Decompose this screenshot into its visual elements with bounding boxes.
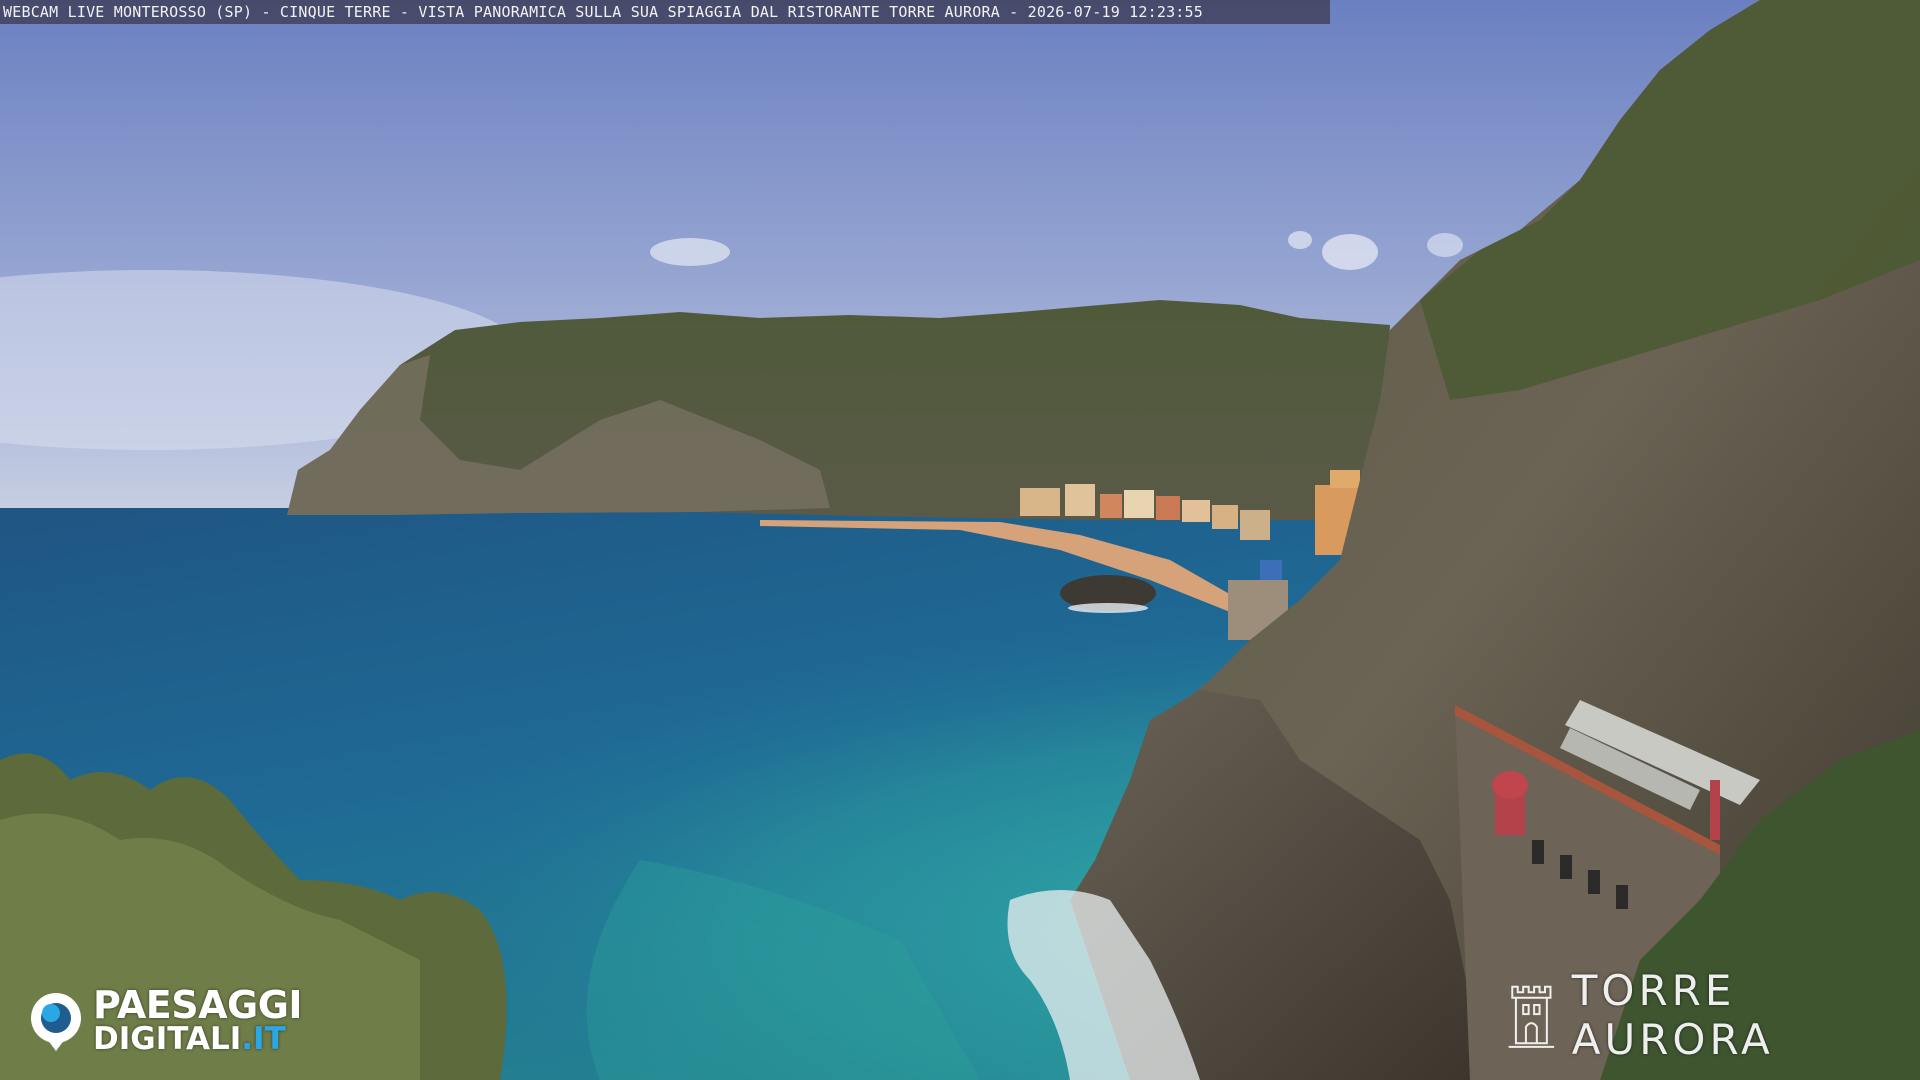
torre-aurora-name: TORRE AURORA bbox=[1571, 966, 1774, 1064]
cloud bbox=[650, 238, 730, 266]
logo-line2: DIGITALI bbox=[93, 1021, 242, 1057]
torre-aurora-logo: TORRE AURORA bbox=[1505, 966, 1920, 1064]
logo-line2-suffix: .IT bbox=[241, 1021, 286, 1057]
tower-icon bbox=[1508, 985, 1555, 1048]
logo-line2-row: DIGITALI .IT bbox=[93, 1023, 302, 1055]
logo-text: PAESAGGI DIGITALI .IT bbox=[93, 983, 303, 1055]
logo-line1: PAESAGGI bbox=[93, 983, 303, 1027]
webcam-caption-bar: WEBCAM LIVE MONTEROSSO (SP) - CINQUE TER… bbox=[0, 0, 1330, 24]
paesaggi-digitali-logo[interactable]: PAESAGGI DIGITALI .IT bbox=[27, 983, 303, 1057]
webcam-scene bbox=[0, 0, 1920, 1080]
cloud bbox=[1288, 231, 1312, 249]
foam bbox=[1068, 603, 1148, 613]
cloud bbox=[1322, 234, 1378, 270]
camera-lens-icon bbox=[31, 993, 81, 1051]
cloud bbox=[1427, 233, 1463, 257]
